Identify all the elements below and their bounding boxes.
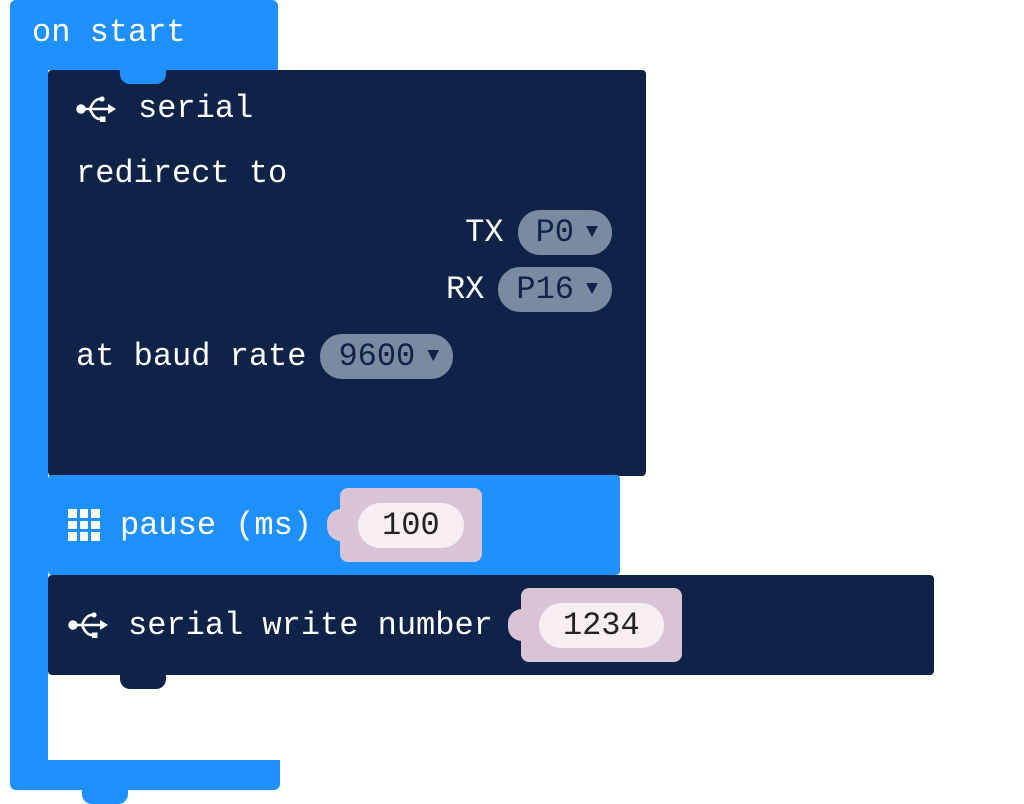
rx-dropdown[interactable]: P16 ▼ bbox=[498, 267, 612, 312]
notch-in bbox=[120, 70, 166, 84]
rx-value: P16 bbox=[516, 271, 574, 308]
rx-label: RX bbox=[446, 271, 484, 308]
puzzle-tab bbox=[508, 609, 522, 641]
foot-notch bbox=[82, 790, 128, 804]
notch-out bbox=[120, 675, 166, 689]
serial-redirect-block[interactable]: serial redirect to TX P0 ▼ RX P16 ▼ at b… bbox=[48, 70, 646, 476]
chevron-down-icon: ▼ bbox=[586, 223, 598, 243]
serial-title: serial bbox=[138, 90, 253, 127]
baud-label: at baud rate bbox=[76, 338, 306, 375]
hat-label: on start bbox=[32, 14, 186, 51]
serial-write-value: 1234 bbox=[539, 603, 664, 648]
baud-dropdown[interactable]: 9600 ▼ bbox=[320, 334, 453, 379]
redirect-label: redirect to bbox=[76, 155, 287, 192]
serial-write-value-input[interactable]: 1234 bbox=[521, 588, 682, 662]
usb-icon bbox=[68, 610, 108, 640]
puzzle-tab bbox=[327, 509, 341, 541]
serial-write-number-block[interactable]: serial write number 1234 bbox=[48, 575, 934, 675]
pause-value-input[interactable]: 100 bbox=[340, 488, 482, 562]
serial-write-label: serial write number bbox=[128, 607, 493, 644]
tx-value: P0 bbox=[536, 214, 574, 251]
hat-spine bbox=[10, 0, 48, 780]
chevron-down-icon: ▼ bbox=[586, 280, 598, 300]
chevron-down-icon: ▼ bbox=[427, 347, 439, 367]
pause-value: 100 bbox=[358, 503, 464, 548]
baud-value: 9600 bbox=[338, 338, 415, 375]
pause-block[interactable]: pause (ms) 100 bbox=[48, 475, 620, 575]
grid-icon bbox=[68, 509, 100, 541]
hat-foot bbox=[10, 760, 280, 790]
pause-label: pause (ms) bbox=[120, 507, 312, 544]
usb-icon bbox=[76, 94, 116, 124]
on-start-hat[interactable]: on start bbox=[10, 0, 278, 70]
tx-dropdown[interactable]: P0 ▼ bbox=[518, 210, 612, 255]
tx-label: TX bbox=[465, 214, 503, 251]
